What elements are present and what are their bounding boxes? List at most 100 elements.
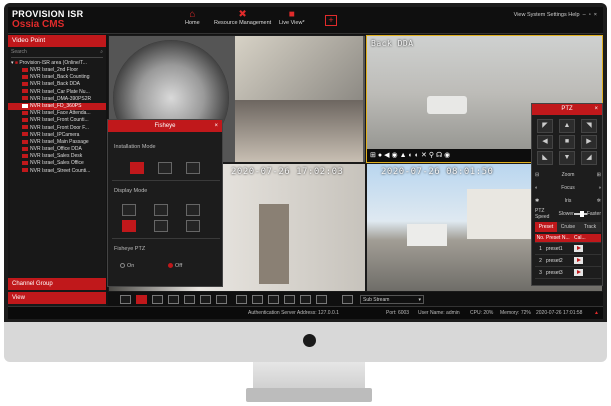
sidebar-item-camera[interactable]: NVR Israel_IPCamera	[8, 132, 106, 139]
search-input[interactable]: Search ⌕	[11, 49, 103, 58]
layout-16-button[interactable]	[168, 295, 179, 304]
play-icon[interactable]	[574, 245, 583, 252]
stream-select[interactable]: Sub Stream ▾	[360, 295, 424, 304]
ptz-tabs: Preset Cruise Track	[535, 222, 601, 232]
ptz-home-button[interactable]: ■	[559, 135, 575, 149]
ptz-speed-control[interactable]: PTZ Speed Slower Faster	[535, 208, 601, 220]
search-icon[interactable]: ⌕	[100, 49, 103, 55]
preset-row[interactable]: 2 preset2	[535, 255, 601, 267]
view-tab[interactable]: View	[8, 292, 106, 304]
record-button[interactable]	[268, 295, 279, 304]
install-mode-label: Installation Mode	[114, 144, 156, 150]
sidebar-item-camera[interactable]: NVR Israel_DMA-390PS2R	[8, 96, 106, 103]
zoom-in-icon[interactable]: ⊞	[597, 172, 601, 178]
sidebar-item-camera[interactable]: NVR Israel_FD_360PS	[8, 102, 106, 111]
zoom-control[interactable]: ⊟ Zoom ⊞	[535, 170, 601, 180]
tab-track[interactable]: Track	[579, 222, 601, 232]
play-icon[interactable]	[574, 257, 583, 264]
fisheye-ptz-off-radio[interactable]: Off	[168, 263, 182, 269]
layout-1-button[interactable]	[120, 295, 131, 304]
close-icon[interactable]: ×	[592, 12, 597, 18]
minimize-icon[interactable]: –	[581, 12, 587, 18]
status-auth: Authentication Server Address: 127.0.0.1	[248, 310, 339, 316]
layout-9-button[interactable]	[152, 295, 163, 304]
sidebar-item-camera[interactable]: NVR Israel_Face Attenda...	[8, 110, 106, 117]
display-mode-6-button[interactable]	[186, 220, 200, 232]
truck-shape	[407, 224, 447, 246]
ptz-right-button[interactable]: ▶	[581, 135, 597, 149]
sidebar-item-camera[interactable]: NVR Israel_Front Counti...	[8, 117, 106, 124]
close-icon[interactable]: ×	[594, 104, 598, 115]
display-mode-3-button[interactable]	[186, 204, 200, 216]
sidebar-item-camera[interactable]: NVR Israel_Car Plate Nu...	[8, 89, 106, 96]
preset-row[interactable]: 3 preset3	[535, 267, 601, 279]
sidebar-item-camera[interactable]: NVR Israel_Office DDA	[8, 146, 106, 153]
alarm-icon[interactable]: ▲	[594, 307, 599, 319]
channel-group-tab[interactable]: Channel Group	[8, 278, 106, 290]
focus-far-icon[interactable]: ◑	[598, 185, 601, 191]
layout-4-button[interactable]	[136, 295, 147, 304]
nav-resource-management[interactable]: ✖ Resource Management	[214, 9, 271, 26]
sidebar-item-camera[interactable]: NVR Israel_2nd Floor	[8, 67, 106, 74]
tab-preset[interactable]: Preset	[535, 222, 557, 232]
tab-cruise[interactable]: Cruise	[557, 222, 579, 232]
iris-control[interactable]: ✱ Iris ✲	[535, 196, 601, 206]
display-mode-2-button[interactable]	[154, 204, 168, 216]
sidebar-item-camera[interactable]: NVR Israel_Street Counti...	[8, 168, 106, 175]
play-icon[interactable]	[574, 269, 583, 276]
sidebar-item-camera[interactable]: NVR Israel_Sales Office	[8, 160, 106, 167]
ptz-down-right-button[interactable]: ◢	[581, 151, 597, 165]
camera-controls-bar[interactable]: ⊞●◀◉▲◐◐✕⚲☊◉	[367, 149, 532, 162]
sidebar-item-camera[interactable]: NVR Israel_Front Door F...	[8, 125, 106, 132]
close-icon[interactable]: ×	[214, 120, 218, 132]
more-button[interactable]	[316, 295, 327, 304]
display-mode-5-button[interactable]	[154, 220, 168, 232]
preset-row[interactable]: 1 preset1	[535, 243, 601, 255]
top-right-menu[interactable]: View System Settings Help – ▫ ×	[514, 12, 597, 18]
iris-close-icon[interactable]: ✱	[535, 198, 539, 204]
stream-icon[interactable]	[342, 295, 353, 304]
display-mode-4-button[interactable]	[122, 220, 136, 232]
fullscreen-button[interactable]	[236, 295, 247, 304]
ptz-up-left-button[interactable]: ◤	[537, 119, 553, 133]
layout-25-button[interactable]	[184, 295, 195, 304]
radio-off-label: Off	[175, 263, 183, 269]
layout-custom-button[interactable]	[216, 295, 227, 304]
preset-table-header: No. Preset N... Cal...	[535, 234, 601, 243]
focus-near-icon[interactable]: ◐	[535, 185, 538, 191]
sidebar-item-label: NVR Israel_2nd Floor	[30, 67, 79, 73]
nav-live-view[interactable]: ■ Live View*	[279, 9, 305, 26]
ptz-speed-thumb[interactable]	[579, 211, 584, 217]
preset-rows: 1 preset1 2 preset2 3 preset3	[535, 243, 601, 279]
ptz-down-button[interactable]: ▼	[559, 151, 575, 165]
close-all-button[interactable]	[284, 295, 295, 304]
zoom-out-icon[interactable]: ⊟	[535, 172, 539, 178]
display-mode-1-button[interactable]	[122, 204, 136, 216]
nav-home[interactable]: ⌂ Home	[185, 9, 200, 26]
tree-root[interactable]: ▾ ■ Provision-ISR area (Online/T...	[8, 60, 106, 67]
layout-36-button[interactable]	[200, 295, 211, 304]
restore-icon[interactable]: ▫	[589, 12, 591, 18]
sidebar-item-camera[interactable]: NVR Israel_Sales Desk	[8, 153, 106, 160]
fisheye-ptz-on-radio[interactable]: On	[120, 263, 134, 269]
sidebar-header[interactable]: Video Point	[8, 35, 106, 47]
snapshot-button[interactable]	[252, 295, 263, 304]
stop-all-button[interactable]	[300, 295, 311, 304]
install-wall-button[interactable]	[158, 162, 172, 174]
ptz-up-right-button[interactable]: ◥	[581, 119, 597, 133]
iris-open-icon[interactable]: ✲	[597, 198, 601, 204]
install-desk-button[interactable]	[186, 162, 200, 174]
top-menu-label[interactable]: View System Settings Help	[514, 12, 580, 18]
sidebar-item-camera[interactable]: NVR Israel_Back DDA	[8, 81, 106, 88]
ptz-up-button[interactable]: ▲	[559, 119, 575, 133]
sidebar-item-camera[interactable]: NVR Israel_Main Passage	[8, 139, 106, 146]
ptz-left-button[interactable]: ◀	[537, 135, 553, 149]
add-tab-button[interactable]: +	[325, 15, 337, 26]
focus-control[interactable]: ◐ Focus ◑	[535, 183, 601, 193]
sidebar-item-label: NVR Israel_Front Counti...	[30, 117, 89, 124]
ptz-down-left-button[interactable]: ◣	[537, 151, 553, 165]
install-ceiling-button[interactable]	[130, 162, 144, 174]
building-shape	[467, 189, 537, 239]
sidebar-item-camera[interactable]: NVR Israel_Back Counting	[8, 74, 106, 81]
ptz-speed-slider[interactable]	[573, 211, 587, 217]
